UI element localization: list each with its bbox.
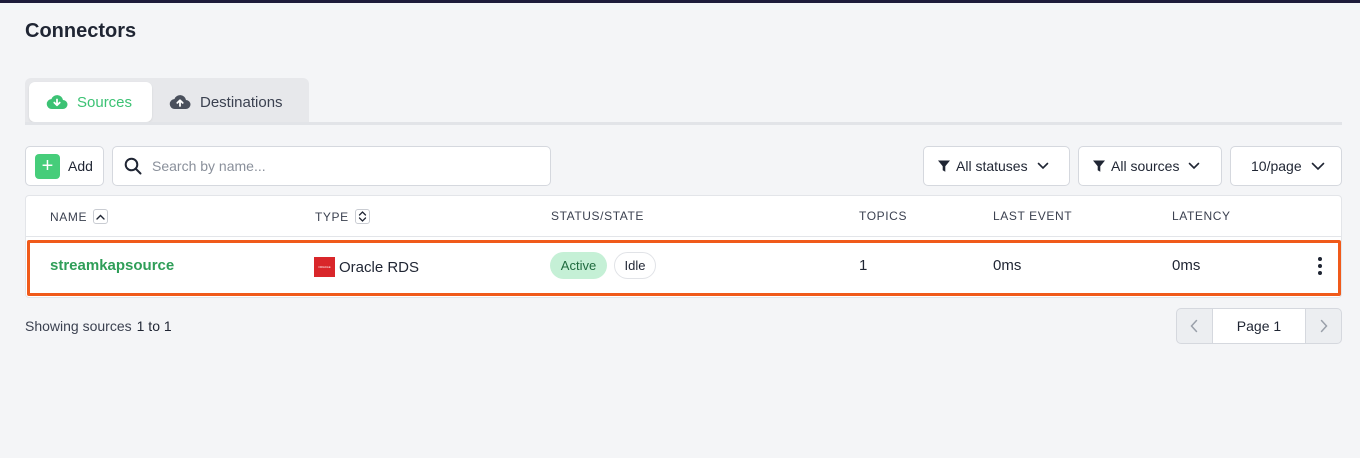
source-filter-dropdown[interactable]: All sources bbox=[1078, 146, 1222, 186]
status-badge: Active bbox=[550, 252, 607, 279]
header-latency: LATENCY bbox=[1172, 209, 1231, 223]
state-badge: Idle bbox=[614, 252, 656, 279]
chevron-down-icon bbox=[1037, 162, 1049, 170]
header-topics: TOPICS bbox=[859, 209, 908, 223]
chevron-down-icon bbox=[1311, 162, 1325, 171]
pagination: Page 1 bbox=[1176, 308, 1342, 344]
cloud-download-icon bbox=[46, 94, 68, 110]
search-icon bbox=[124, 157, 142, 175]
chevron-down-icon bbox=[1188, 162, 1200, 170]
connector-tabs: Sources Destinations bbox=[25, 78, 309, 124]
table-header: NAME TYPE STATUS/STATE TOPICS LAST EVENT… bbox=[26, 196, 1341, 237]
tab-sources-label: Sources bbox=[77, 93, 133, 111]
tab-divider bbox=[25, 122, 1342, 125]
funnel-icon bbox=[1092, 159, 1106, 173]
funnel-icon bbox=[937, 159, 951, 173]
page-title: Connectors bbox=[25, 20, 137, 42]
header-name: NAME bbox=[50, 209, 109, 224]
oracle-logo-icon: ORACLE bbox=[314, 257, 335, 277]
connector-name-link[interactable]: streamkapsource bbox=[50, 257, 174, 274]
showing-summary: Showing sources 1 to 1 bbox=[25, 318, 172, 334]
connector-type: ORACLE Oracle RDS bbox=[314, 257, 419, 277]
add-button-label: Add bbox=[68, 158, 93, 174]
next-page-button[interactable] bbox=[1306, 309, 1341, 343]
add-button[interactable]: + Add bbox=[25, 146, 104, 186]
page-size-dropdown[interactable]: 10/page bbox=[1230, 146, 1342, 186]
tab-destinations[interactable]: Destinations bbox=[165, 82, 305, 122]
chevron-right-icon bbox=[1320, 319, 1328, 333]
plus-icon: + bbox=[35, 153, 60, 179]
page-size-label: 10/page bbox=[1251, 158, 1302, 174]
sort-asc-icon[interactable] bbox=[93, 209, 109, 224]
tab-destinations-label: Destinations bbox=[200, 93, 283, 111]
header-last-event: LAST EVENT bbox=[993, 209, 1073, 223]
row-actions-kebab-icon[interactable] bbox=[1311, 254, 1329, 278]
tab-sources[interactable]: Sources bbox=[29, 82, 152, 122]
header-status: STATUS/STATE bbox=[551, 209, 644, 223]
page-indicator: Page 1 bbox=[1211, 309, 1307, 343]
search-input[interactable] bbox=[152, 158, 532, 174]
top-bar bbox=[0, 0, 1360, 3]
source-filter-label: All sources bbox=[1111, 158, 1180, 174]
sort-toggle-icon[interactable] bbox=[354, 209, 370, 224]
header-type: TYPE bbox=[315, 209, 370, 224]
chevron-left-icon bbox=[1190, 319, 1198, 333]
prev-page-button[interactable] bbox=[1177, 309, 1212, 343]
search-box bbox=[112, 146, 551, 186]
cloud-upload-icon bbox=[169, 94, 191, 110]
status-filter-dropdown[interactable]: All statuses bbox=[923, 146, 1070, 186]
topics-value: 1 bbox=[859, 257, 868, 274]
status-filter-label: All statuses bbox=[956, 158, 1028, 174]
table-row[interactable] bbox=[27, 240, 1341, 296]
last-event-value: 0ms bbox=[993, 257, 1022, 274]
latency-value: 0ms bbox=[1172, 257, 1201, 274]
connector-type-label: Oracle RDS bbox=[339, 258, 420, 276]
